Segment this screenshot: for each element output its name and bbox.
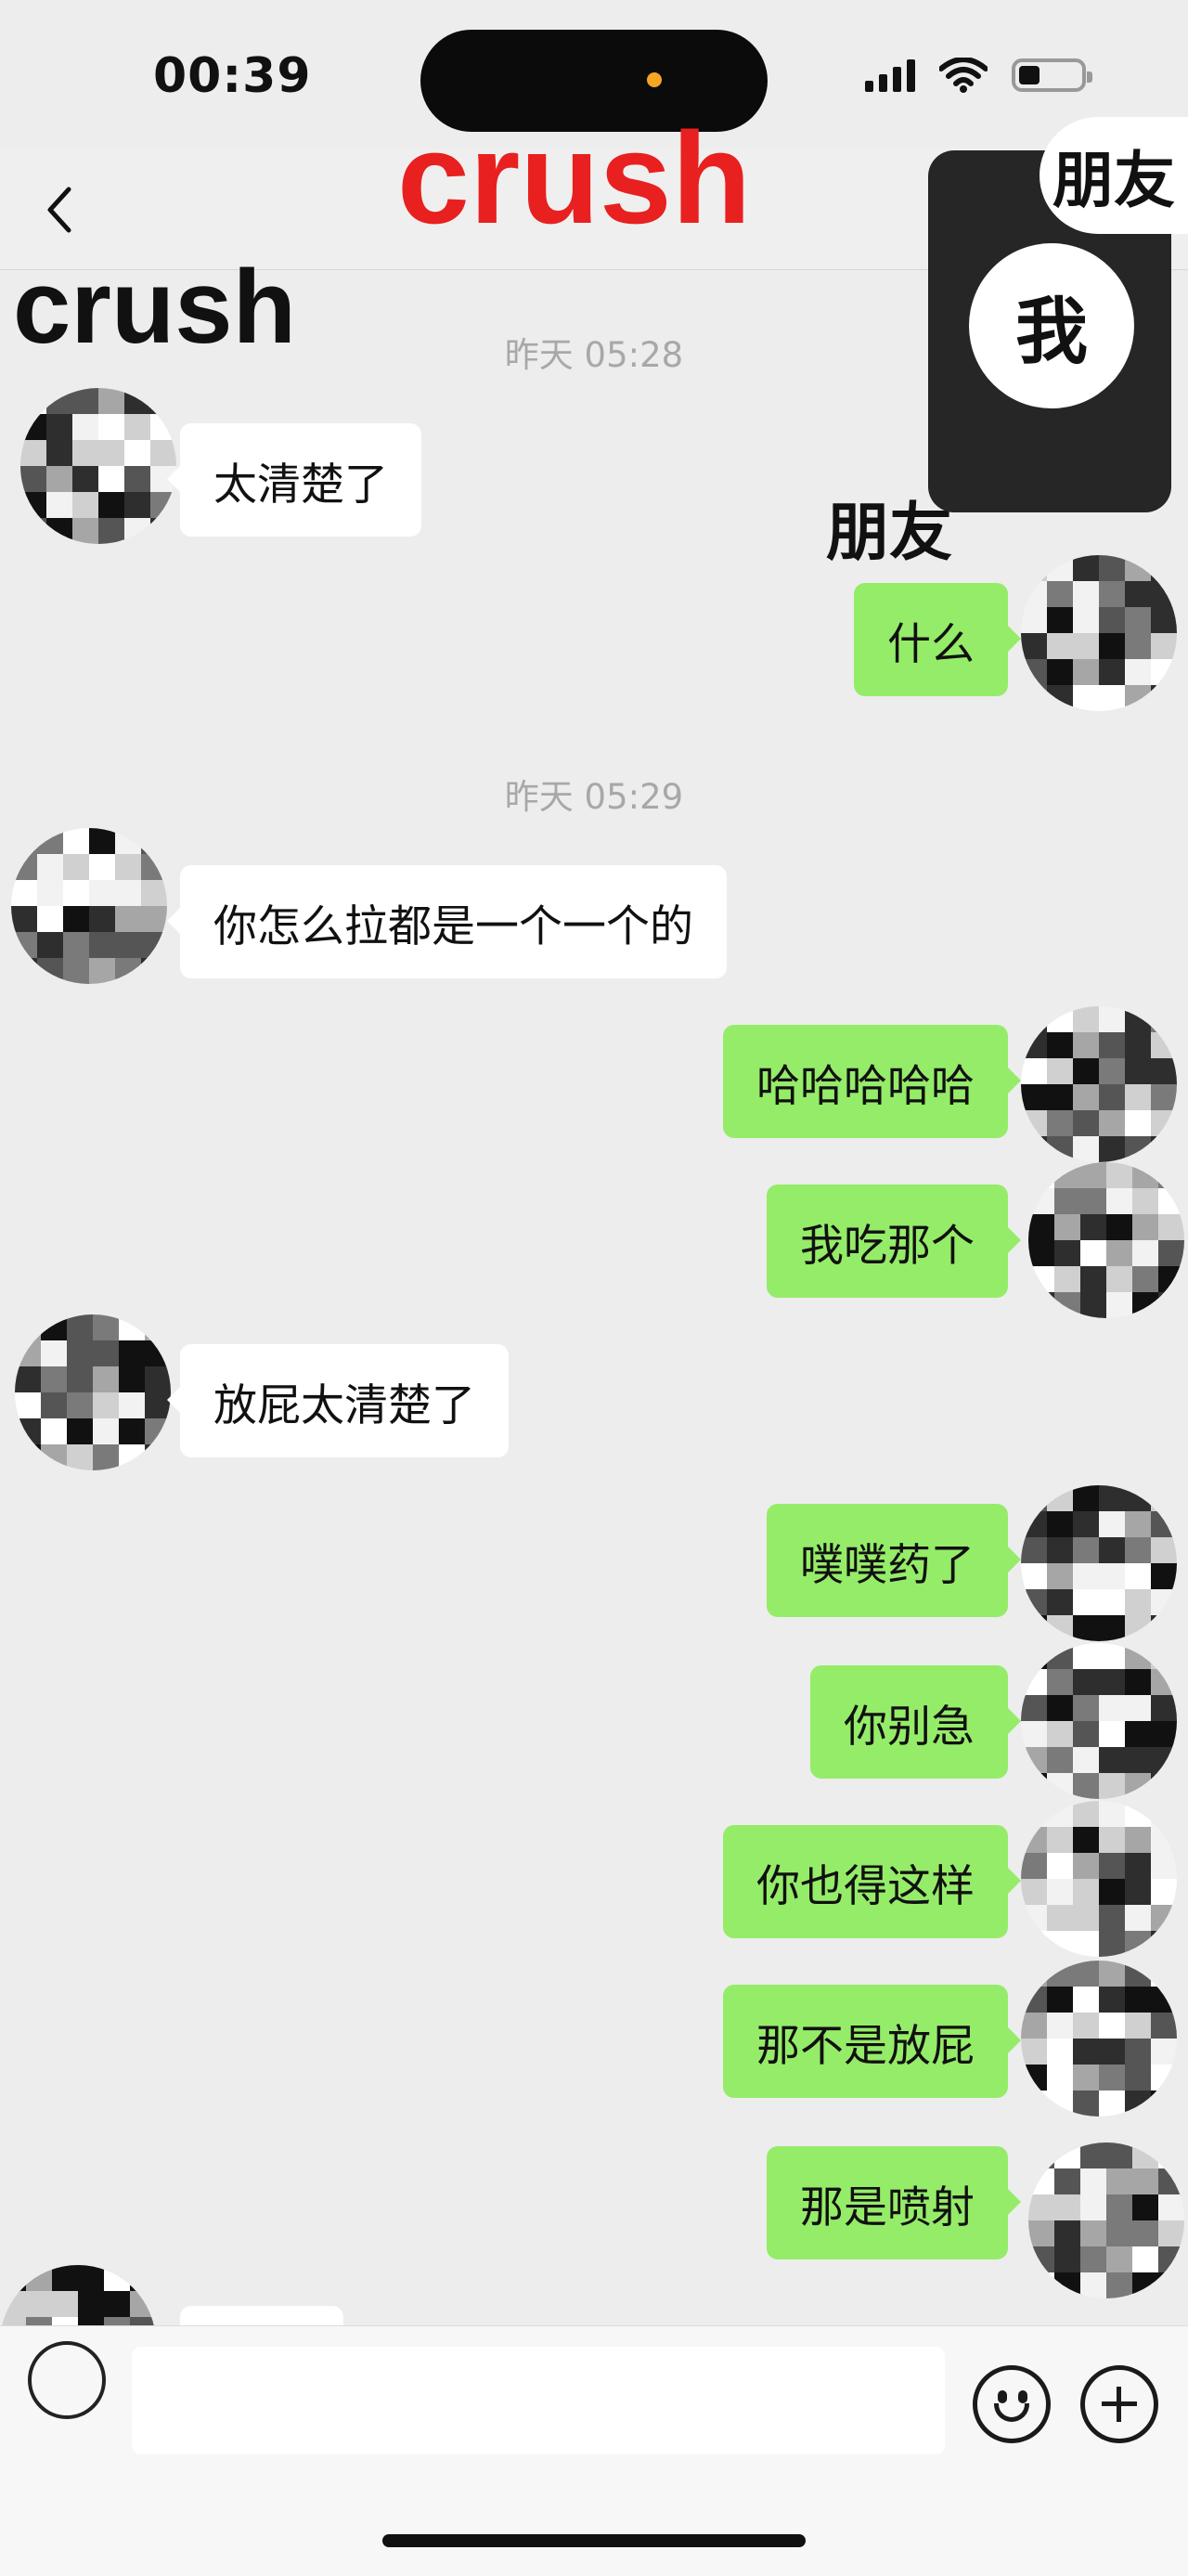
home-indicator [382,2534,806,2547]
my-avatar[interactable] [1021,1485,1177,1641]
contact-avatar[interactable] [11,828,167,984]
timestamp: 昨天 05:29 [504,777,684,817]
my-avatar[interactable] [1021,1801,1177,1957]
contact-avatar[interactable] [15,1314,171,1470]
my-avatar[interactable] [1028,1162,1184,1318]
my-avatar[interactable] [1021,555,1177,711]
incoming-message[interactable]: 你怎么拉都是一个一个的 [167,865,727,978]
chevron-left-icon[interactable] [33,176,89,241]
my-avatar[interactable] [1021,1961,1177,2116]
incoming-message[interactable]: 太清楚了 [167,423,421,537]
plus-icon[interactable] [1080,2365,1158,2443]
my-avatar[interactable] [1021,1006,1177,1162]
cellular-signal-icon [865,58,915,92]
incoming-message[interactable]: 放屁太清楚了 [167,1344,509,1457]
pip-friend-badge: 朋友 [1040,117,1188,234]
outgoing-message[interactable]: 我吃那个 [767,1184,1021,1298]
outgoing-message[interactable]: 哈哈哈哈哈 [723,1025,1021,1138]
outgoing-message[interactable]: 你别急 [810,1665,1021,1779]
status-icons [865,58,1092,93]
my-avatar[interactable] [1028,2142,1184,2298]
privacy-indicator-dot [647,72,662,87]
emoji-icon[interactable] [973,2365,1051,2443]
crush-title-overlay: crush [397,105,752,251]
outgoing-message[interactable]: 那是喷射 [767,2146,1021,2259]
contact-avatar[interactable] [20,388,176,544]
timestamp: 昨天 05:28 [504,335,684,375]
outgoing-message[interactable]: 你也得这样 [723,1825,1021,1938]
outgoing-message[interactable]: 什么 [854,583,1021,696]
battery-icon [1012,58,1092,92]
pip-me-badge: 我 [969,243,1134,408]
status-time: 00:39 [153,48,312,104]
voice-icon[interactable] [28,2341,106,2419]
message-input[interactable] [132,2347,945,2454]
wifi-icon [939,58,988,93]
my-avatar[interactable] [1021,1643,1177,1799]
battery-fill [1019,66,1040,84]
friend-label: 朋友 [826,498,953,568]
outgoing-message[interactable]: 那不是放屁 [723,1985,1021,2098]
outgoing-message[interactable]: 噗噗药了 [767,1504,1021,1617]
